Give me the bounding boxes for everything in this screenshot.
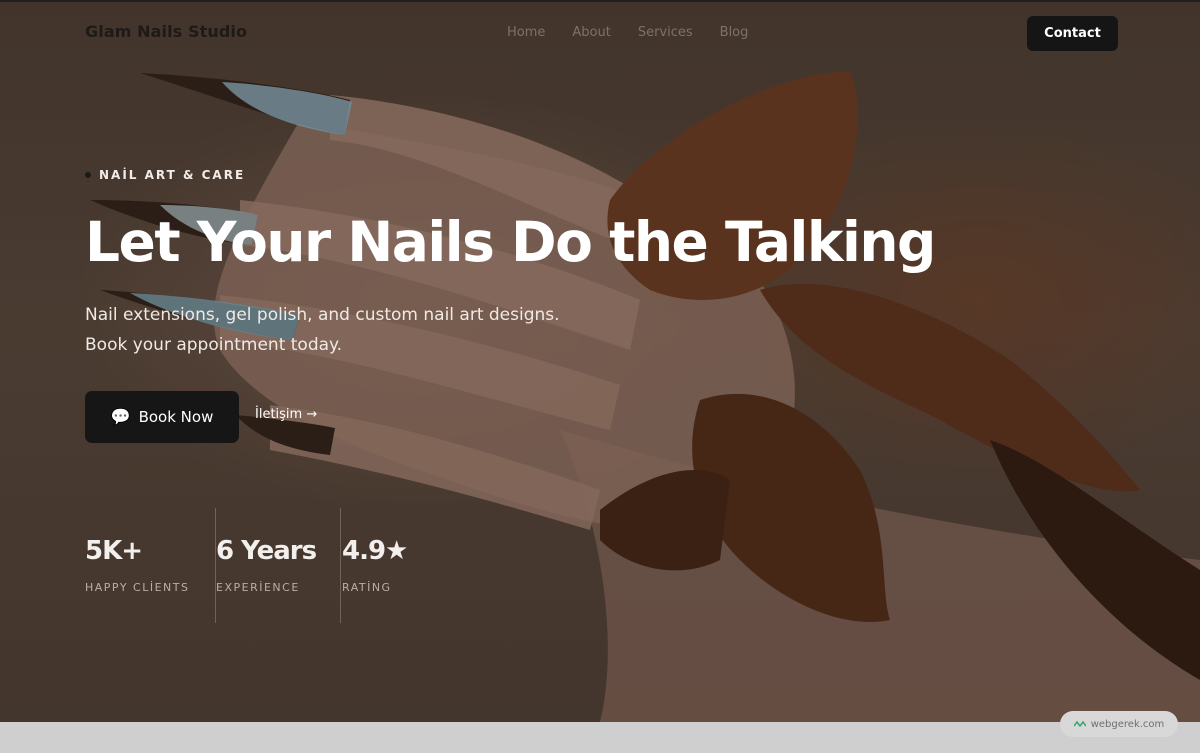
stat-divider: [340, 508, 341, 623]
contact-button[interactable]: Contact: [1027, 16, 1118, 51]
nav-about[interactable]: About: [572, 25, 610, 40]
nav-blog[interactable]: Blog: [720, 25, 749, 40]
main-nav: Home About Services Blog: [507, 25, 748, 40]
watermark-text: webgerek.com: [1090, 718, 1165, 730]
next-section-strip: [0, 722, 1200, 753]
book-now-label: Book Now: [138, 408, 214, 426]
hero-subtitle: Nail extensions, gel polish, and custom …: [85, 305, 560, 355]
stat-label: HAPPY CLİENTS: [85, 581, 190, 594]
eyebrow-text: NAİL ART & CARE: [99, 168, 246, 182]
contact-link[interactable]: İletişim →: [255, 407, 317, 422]
hero-title: Let Your Nails Do the Talking: [85, 210, 936, 274]
window-top-edge: [0, 0, 1200, 2]
wave-icon: [1073, 720, 1086, 728]
book-now-button[interactable]: 💬 Book Now: [85, 391, 239, 443]
watermark-badge: webgerek.com: [1060, 711, 1178, 737]
brand-logo[interactable]: Glam Nails Studio: [85, 22, 247, 41]
stat-value: 6 Years: [216, 536, 317, 566]
stat-value: 5K+: [85, 536, 143, 566]
nav-home[interactable]: Home: [507, 25, 545, 40]
speech-bubble-icon: 💬: [110, 407, 131, 426]
hero-eyebrow: NAİL ART & CARE: [85, 168, 245, 182]
stat-label: EXPERİENCE: [216, 581, 300, 594]
bullet-dot-icon: [85, 172, 91, 178]
hero-background: [0, 0, 1200, 722]
stat-value: 4.9★: [342, 536, 408, 566]
stat-label: RATİNG: [342, 581, 392, 594]
nav-services[interactable]: Services: [638, 25, 693, 40]
